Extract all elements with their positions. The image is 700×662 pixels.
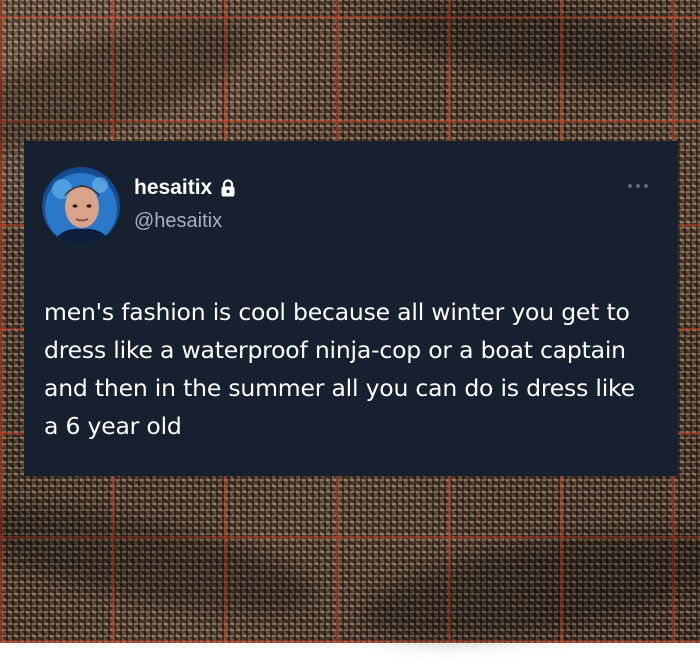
tweet-card[interactable]: hesaitix @hesaitix men's fashion is cool… [24, 141, 678, 476]
avatar[interactable] [42, 167, 120, 245]
author-name-row: hesaitix [134, 176, 236, 200]
tweet-text: men's fashion is cool because all winter… [44, 298, 635, 440]
author-handle[interactable]: @hesaitix [134, 210, 222, 233]
lock-icon [221, 179, 235, 197]
dot [644, 184, 648, 188]
profile-photo-icon [45, 173, 117, 245]
dot [628, 184, 632, 188]
author-display-name[interactable]: hesaitix [134, 176, 212, 200]
dot [636, 184, 640, 188]
more-options-icon[interactable] [628, 184, 648, 188]
